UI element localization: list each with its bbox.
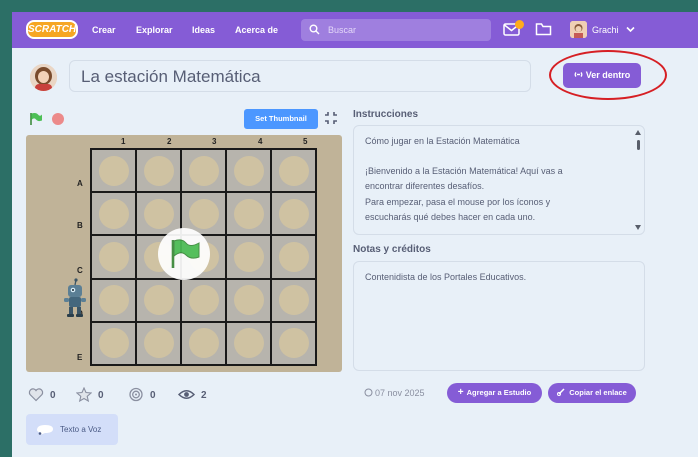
grid-cell[interactable] xyxy=(92,322,135,364)
set-thumbnail-button[interactable]: Set Thumbnail xyxy=(244,109,318,129)
grid-cell[interactable] xyxy=(92,150,135,192)
star-icon[interactable] xyxy=(76,387,92,402)
instructions-line: Cómo jugar en la Estación Matemática xyxy=(365,136,520,146)
nav-link-crear[interactable]: Crear xyxy=(92,12,116,48)
row-label: B xyxy=(77,221,83,230)
grid-cell[interactable] xyxy=(272,322,315,364)
user-avatar[interactable] xyxy=(570,21,587,38)
grid-cell[interactable] xyxy=(92,236,135,278)
notes-text: Contenidista de los Portales Educativos. xyxy=(365,272,527,282)
instructions-line: encontrar diferentes desafíos. xyxy=(365,181,485,191)
browser-page: SCRATCH Crear Explorar Ideas Acerca de B… xyxy=(12,12,698,457)
grid-cell[interactable] xyxy=(227,322,270,364)
user-name[interactable]: Grachi xyxy=(592,12,619,48)
text-to-speech-icon xyxy=(37,425,53,435)
nav-link-ideas[interactable]: Ideas xyxy=(192,12,215,48)
share-date-text: 07 nov 2025 xyxy=(375,388,425,398)
grid-cell[interactable] xyxy=(137,193,180,235)
row-label: A xyxy=(77,179,83,188)
text-to-speech-extension[interactable]: Texto a Voz xyxy=(26,414,118,445)
instructions-box[interactable]: Cómo jugar en la Estación Matemática ¡Bi… xyxy=(353,125,645,235)
plus-icon: + xyxy=(457,387,464,398)
chevron-down-icon[interactable] xyxy=(626,26,635,33)
grid-cell[interactable] xyxy=(182,322,225,364)
scratch-logo[interactable]: SCRATCH xyxy=(26,20,78,39)
notes-box[interactable]: Contenidista de los Portales Educativos. xyxy=(353,261,645,371)
stop-icon[interactable] xyxy=(52,113,64,125)
fullscreen-icon[interactable] xyxy=(324,111,338,125)
link-icon xyxy=(557,388,565,396)
grid-cell[interactable] xyxy=(137,279,180,321)
notification-badge xyxy=(515,20,524,29)
robot-sprite[interactable] xyxy=(64,278,88,318)
instructions-line: Para empezar, pasa el mouse por los ícon… xyxy=(365,196,551,207)
grid-cell[interactable] xyxy=(227,236,270,278)
green-flag-icon[interactable] xyxy=(169,238,201,270)
instructions-line: ¡Bienvenido a la Estación Matemática! Aq… xyxy=(365,165,563,176)
author-avatar[interactable] xyxy=(30,64,57,91)
grid-cell[interactable] xyxy=(272,193,315,235)
nav-link-explorar[interactable]: Explorar xyxy=(136,12,173,48)
copy-link-label: Copiar el enlace xyxy=(569,388,627,397)
column-label: 4 xyxy=(258,137,263,146)
add-to-studio-button[interactable]: + Agregar a Estudio xyxy=(447,383,542,403)
grid-cell[interactable] xyxy=(182,279,225,321)
text-to-speech-label: Texto a Voz xyxy=(60,425,102,434)
column-label: 1 xyxy=(121,137,126,146)
project-title-field[interactable]: La estación Matemática xyxy=(69,60,531,92)
eye-icon xyxy=(178,390,195,399)
grid-cell[interactable] xyxy=(182,150,225,192)
top-nav: SCRATCH Crear Explorar Ideas Acerca de B… xyxy=(12,12,698,48)
instructions-heading: Instrucciones xyxy=(353,109,419,120)
project-title[interactable]: La estación Matemática xyxy=(81,61,261,93)
highlight-circle xyxy=(549,50,667,100)
grid-cell[interactable] xyxy=(137,322,180,364)
instructions-line: escucharás qué debes hacer en cada uno. xyxy=(365,212,536,222)
grid-cell[interactable] xyxy=(92,279,135,321)
column-label: 3 xyxy=(212,137,217,146)
search-box[interactable]: Buscar xyxy=(301,19,491,41)
copy-link-button[interactable]: Copiar el enlace xyxy=(548,383,636,403)
column-label: 5 xyxy=(303,137,308,146)
search-input[interactable]: Buscar xyxy=(328,19,356,41)
share-date: 07 nov 2025 xyxy=(364,387,425,399)
grid-cell[interactable] xyxy=(272,236,315,278)
grid-cell[interactable] xyxy=(227,150,270,192)
notes-heading: Notas y créditos xyxy=(353,244,431,255)
start-overlay[interactable] xyxy=(158,228,210,280)
remixes-count: 0 xyxy=(150,390,156,401)
row-label: E xyxy=(77,353,83,362)
project-stage[interactable]: 1 2 3 4 5 A B C D E xyxy=(26,135,342,372)
views-count: 2 xyxy=(201,390,207,401)
column-label: 2 xyxy=(167,137,172,146)
scrollbar-thumb[interactable] xyxy=(637,140,640,150)
grid-cell[interactable] xyxy=(137,150,180,192)
favorites-count: 0 xyxy=(98,390,104,401)
scroll-down-icon[interactable] xyxy=(635,225,641,230)
calendar-icon xyxy=(364,388,373,397)
grid-cell[interactable] xyxy=(272,150,315,192)
scroll-up-icon[interactable] xyxy=(635,130,641,135)
grid-cell[interactable] xyxy=(272,279,315,321)
heart-icon[interactable] xyxy=(28,387,44,402)
grid-cell[interactable] xyxy=(92,193,135,235)
row-label: C xyxy=(77,266,83,275)
folder-icon[interactable] xyxy=(535,21,552,37)
add-to-studio-label: Agregar a Estudio xyxy=(466,388,532,397)
grid-cell[interactable] xyxy=(227,279,270,321)
nav-link-acerca[interactable]: Acerca de xyxy=(235,12,278,48)
green-flag-icon[interactable] xyxy=(29,112,43,126)
search-icon xyxy=(309,24,320,35)
loves-count: 0 xyxy=(50,390,56,401)
remix-icon xyxy=(129,387,143,402)
grid-cell[interactable] xyxy=(227,193,270,235)
